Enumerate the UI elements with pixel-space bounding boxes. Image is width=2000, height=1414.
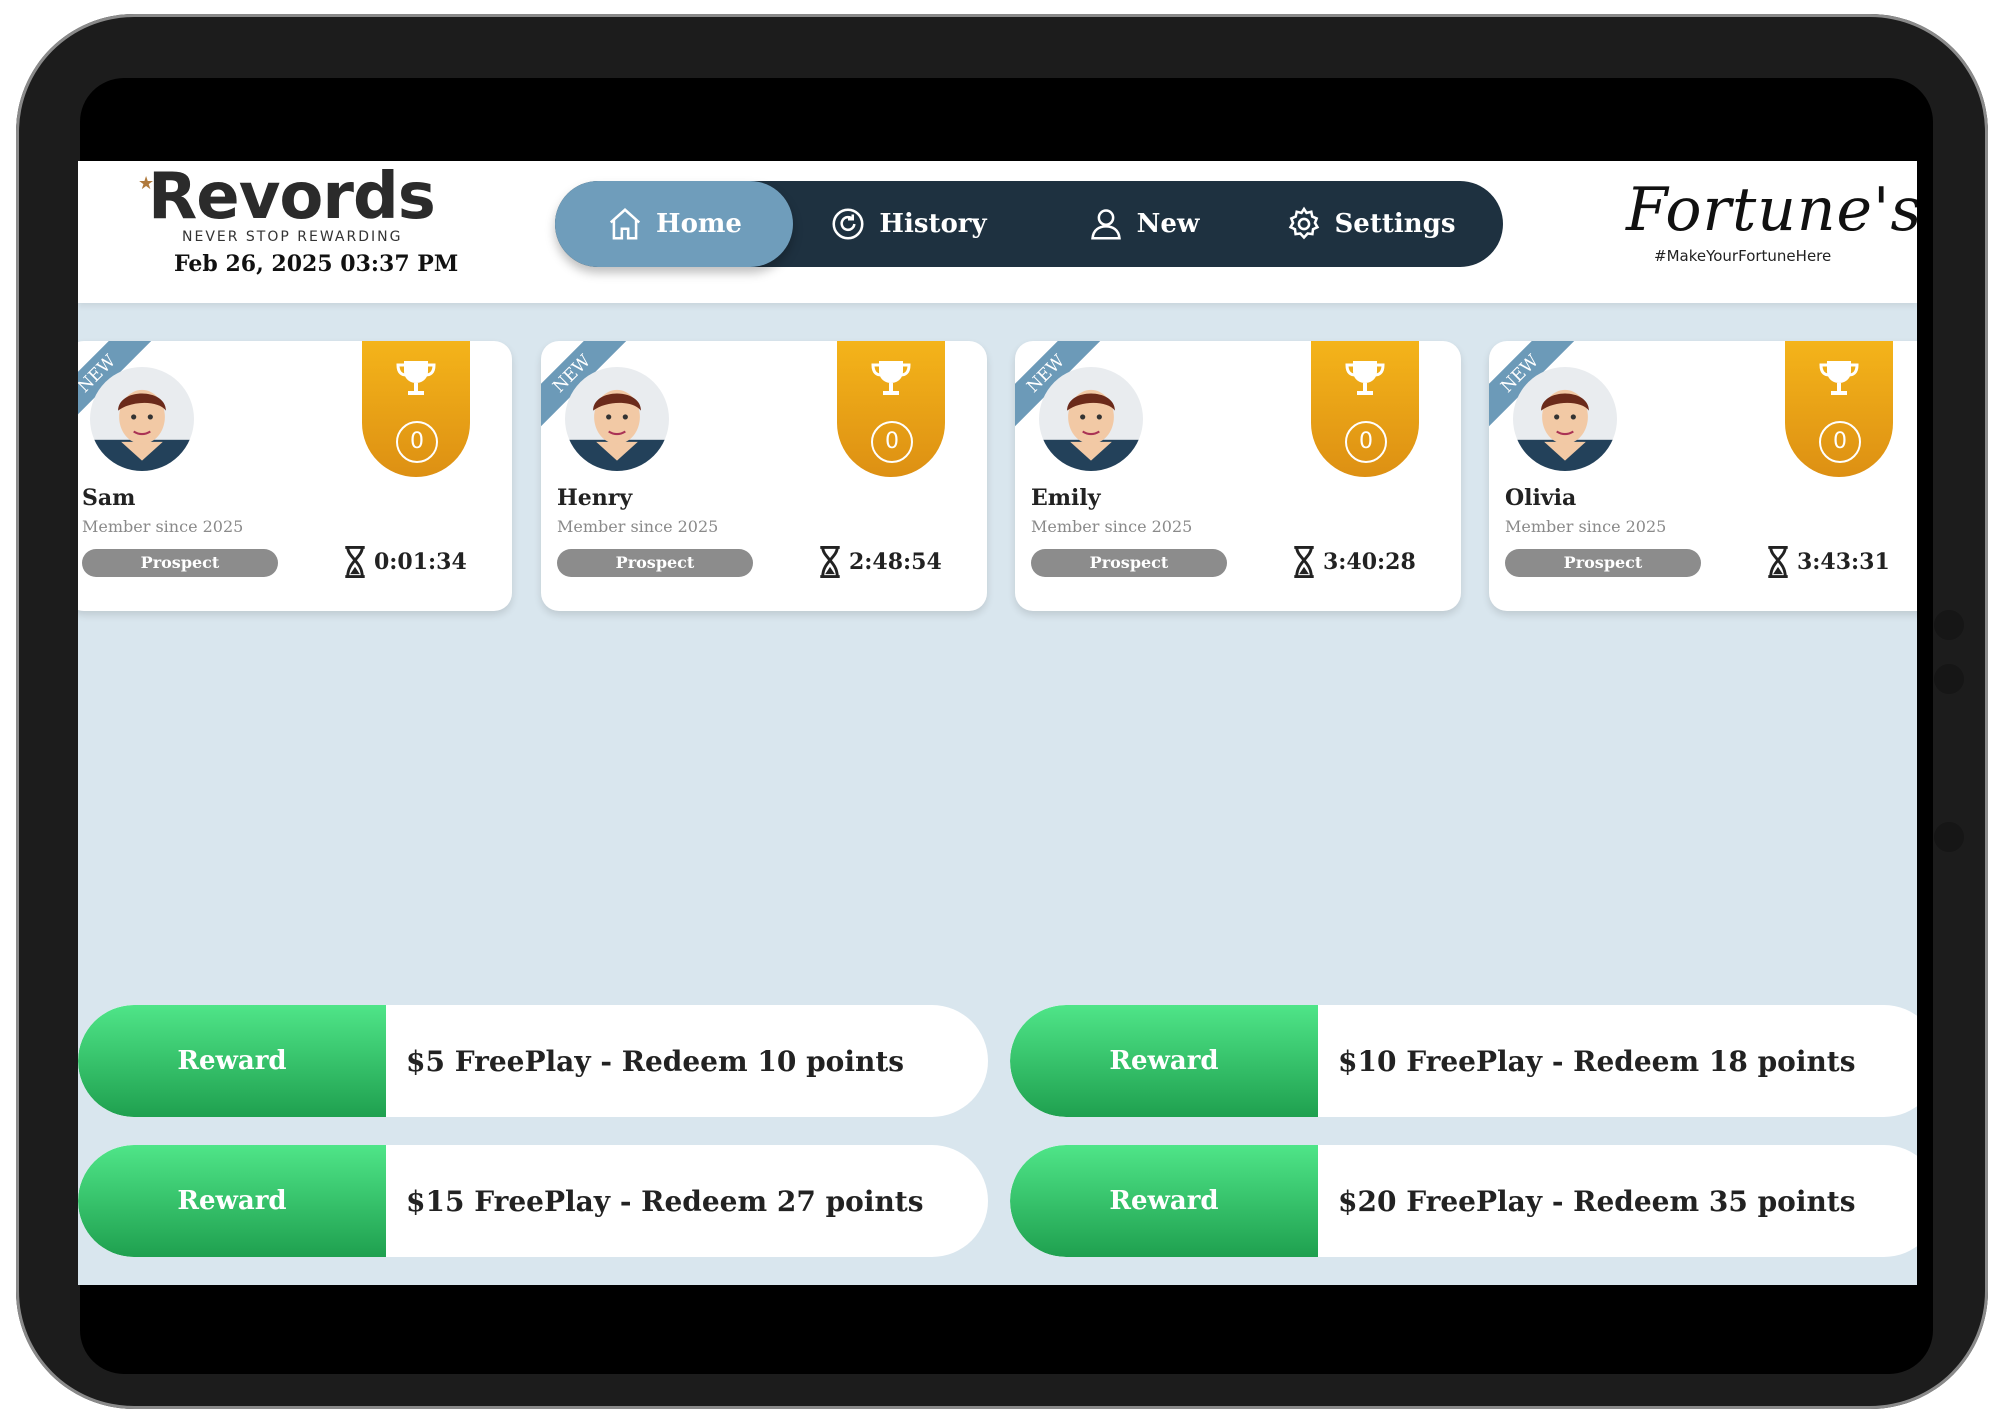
reward-description: $20 FreePlay - Redeem 35 points [1338, 1184, 1856, 1218]
points-trophy: 0 [1311, 341, 1419, 477]
timer-value: 3:40:28 [1323, 549, 1416, 575]
points-count: 0 [396, 421, 438, 463]
trophy-icon [1819, 361, 1859, 395]
timer-value: 2:48:54 [849, 549, 942, 575]
reward-row: Reward $20 FreePlay - Redeem 35 points [1010, 1145, 1917, 1257]
avatar [90, 367, 194, 471]
avatar [1513, 367, 1617, 471]
avatar-face-icon [1039, 389, 1143, 471]
reward-button[interactable]: Reward [1010, 1005, 1318, 1117]
reward-button[interactable]: Reward [78, 1145, 386, 1257]
logo-wordmark: Revords [148, 161, 436, 234]
visit-timer: 2:48:54 [817, 545, 942, 579]
reward-description: $10 FreePlay - Redeem 18 points [1338, 1044, 1856, 1078]
nav-history-label: History [879, 209, 987, 239]
trophy-icon [396, 361, 436, 395]
timer-value: 0:01:34 [374, 549, 467, 575]
history-icon [832, 208, 864, 240]
nav-settings-tab[interactable]: Settings [1255, 181, 1485, 267]
member-since: Member since 2025 [1505, 517, 1667, 536]
status-badge: Prospect [1505, 549, 1701, 577]
reward-description: $15 FreePlay - Redeem 27 points [406, 1184, 924, 1218]
tablet-side-button [1934, 822, 1964, 852]
reward-row: Reward $15 FreePlay - Redeem 27 points [78, 1145, 988, 1257]
avatar-face-icon [565, 389, 669, 471]
customer-name: Olivia [1505, 485, 1577, 511]
reward-button[interactable]: Reward [1010, 1145, 1318, 1257]
customer-card[interactable]: NEW 0 Henry Member since 2025 Prospect 2… [541, 341, 987, 611]
tablet-side-button [1934, 610, 1964, 640]
customer-name: Emily [1031, 485, 1101, 511]
nav-new-tab[interactable]: New [1033, 181, 1253, 267]
avatar [1039, 367, 1143, 471]
hourglass-icon [345, 545, 365, 579]
customer-card[interactable]: NEW 0 Sam Member since 2025 Prospect 0:0… [78, 341, 512, 611]
member-since: Member since 2025 [557, 517, 719, 536]
points-count: 0 [1345, 421, 1387, 463]
gear-icon [1288, 206, 1319, 240]
timer-value: 3:43:31 [1797, 549, 1890, 575]
nav-new-label: New [1136, 209, 1200, 239]
nav-history-tab[interactable]: History [793, 181, 1023, 267]
reward-row: Reward $5 FreePlay - Redeem 10 points [78, 1005, 988, 1117]
trophy-icon [1345, 361, 1385, 395]
points-trophy: 0 [362, 341, 470, 477]
reward-description: $5 FreePlay - Redeem 10 points [406, 1044, 905, 1078]
logo-tagline: NEVER STOP REWARDING [182, 229, 403, 245]
customer-card[interactable]: NEW 0 Emily Member since 2025 Prospect 3… [1015, 341, 1461, 611]
customer-name: Henry [557, 485, 633, 511]
visit-timer: 3:40:28 [1291, 545, 1416, 579]
status-badge: Prospect [1031, 549, 1227, 577]
points-count: 0 [1819, 421, 1861, 463]
fortunes-logo: Fortune's #MakeYourFortuneHere [1618, 175, 1917, 275]
hourglass-icon [820, 545, 840, 579]
hourglass-icon [1294, 545, 1314, 579]
hourglass-icon [1768, 545, 1788, 579]
reward-row: Reward $10 FreePlay - Redeem 18 points [1010, 1005, 1917, 1117]
visit-timer: 0:01:34 [342, 545, 467, 579]
status-badge: Prospect [557, 549, 753, 577]
avatar [565, 367, 669, 471]
trophy-icon [871, 361, 911, 395]
user-icon [1090, 209, 1121, 240]
avatar-face-icon [90, 389, 194, 471]
tablet-side-button [1934, 664, 1964, 694]
revords-logo: ★ Revords NEVER STOP REWARDING [138, 165, 458, 245]
brand-tagline: #MakeYourFortuneHere [1654, 247, 1832, 265]
app-screen: ★ Revords NEVER STOP REWARDING Feb 26, 2… [78, 161, 1917, 1285]
home-icon [609, 208, 641, 240]
main-nav: Home History New Settings [555, 181, 1503, 267]
avatar-face-icon [1513, 389, 1617, 471]
member-since: Member since 2025 [1031, 517, 1193, 536]
visit-timer: 3:43:31 [1765, 545, 1890, 579]
nav-home-label: Home [656, 209, 742, 239]
app-header: ★ Revords NEVER STOP REWARDING Feb 26, 2… [78, 161, 1917, 303]
points-trophy: 0 [1785, 341, 1893, 477]
points-trophy: 0 [837, 341, 945, 477]
current-datetime: Feb 26, 2025 03:37 PM [174, 251, 459, 277]
customer-card[interactable]: NEW 0 Olivia Member since 2025 Prospect … [1489, 341, 1917, 611]
member-since: Member since 2025 [82, 517, 244, 536]
status-badge: Prospect [82, 549, 278, 577]
customer-name: Sam [82, 485, 136, 511]
nav-settings-label: Settings [1334, 209, 1456, 239]
reward-button[interactable]: Reward [78, 1005, 386, 1117]
points-count: 0 [871, 421, 913, 463]
nav-home-tab[interactable]: Home [555, 181, 793, 267]
brand-wordmark: Fortune's [1626, 175, 1917, 245]
